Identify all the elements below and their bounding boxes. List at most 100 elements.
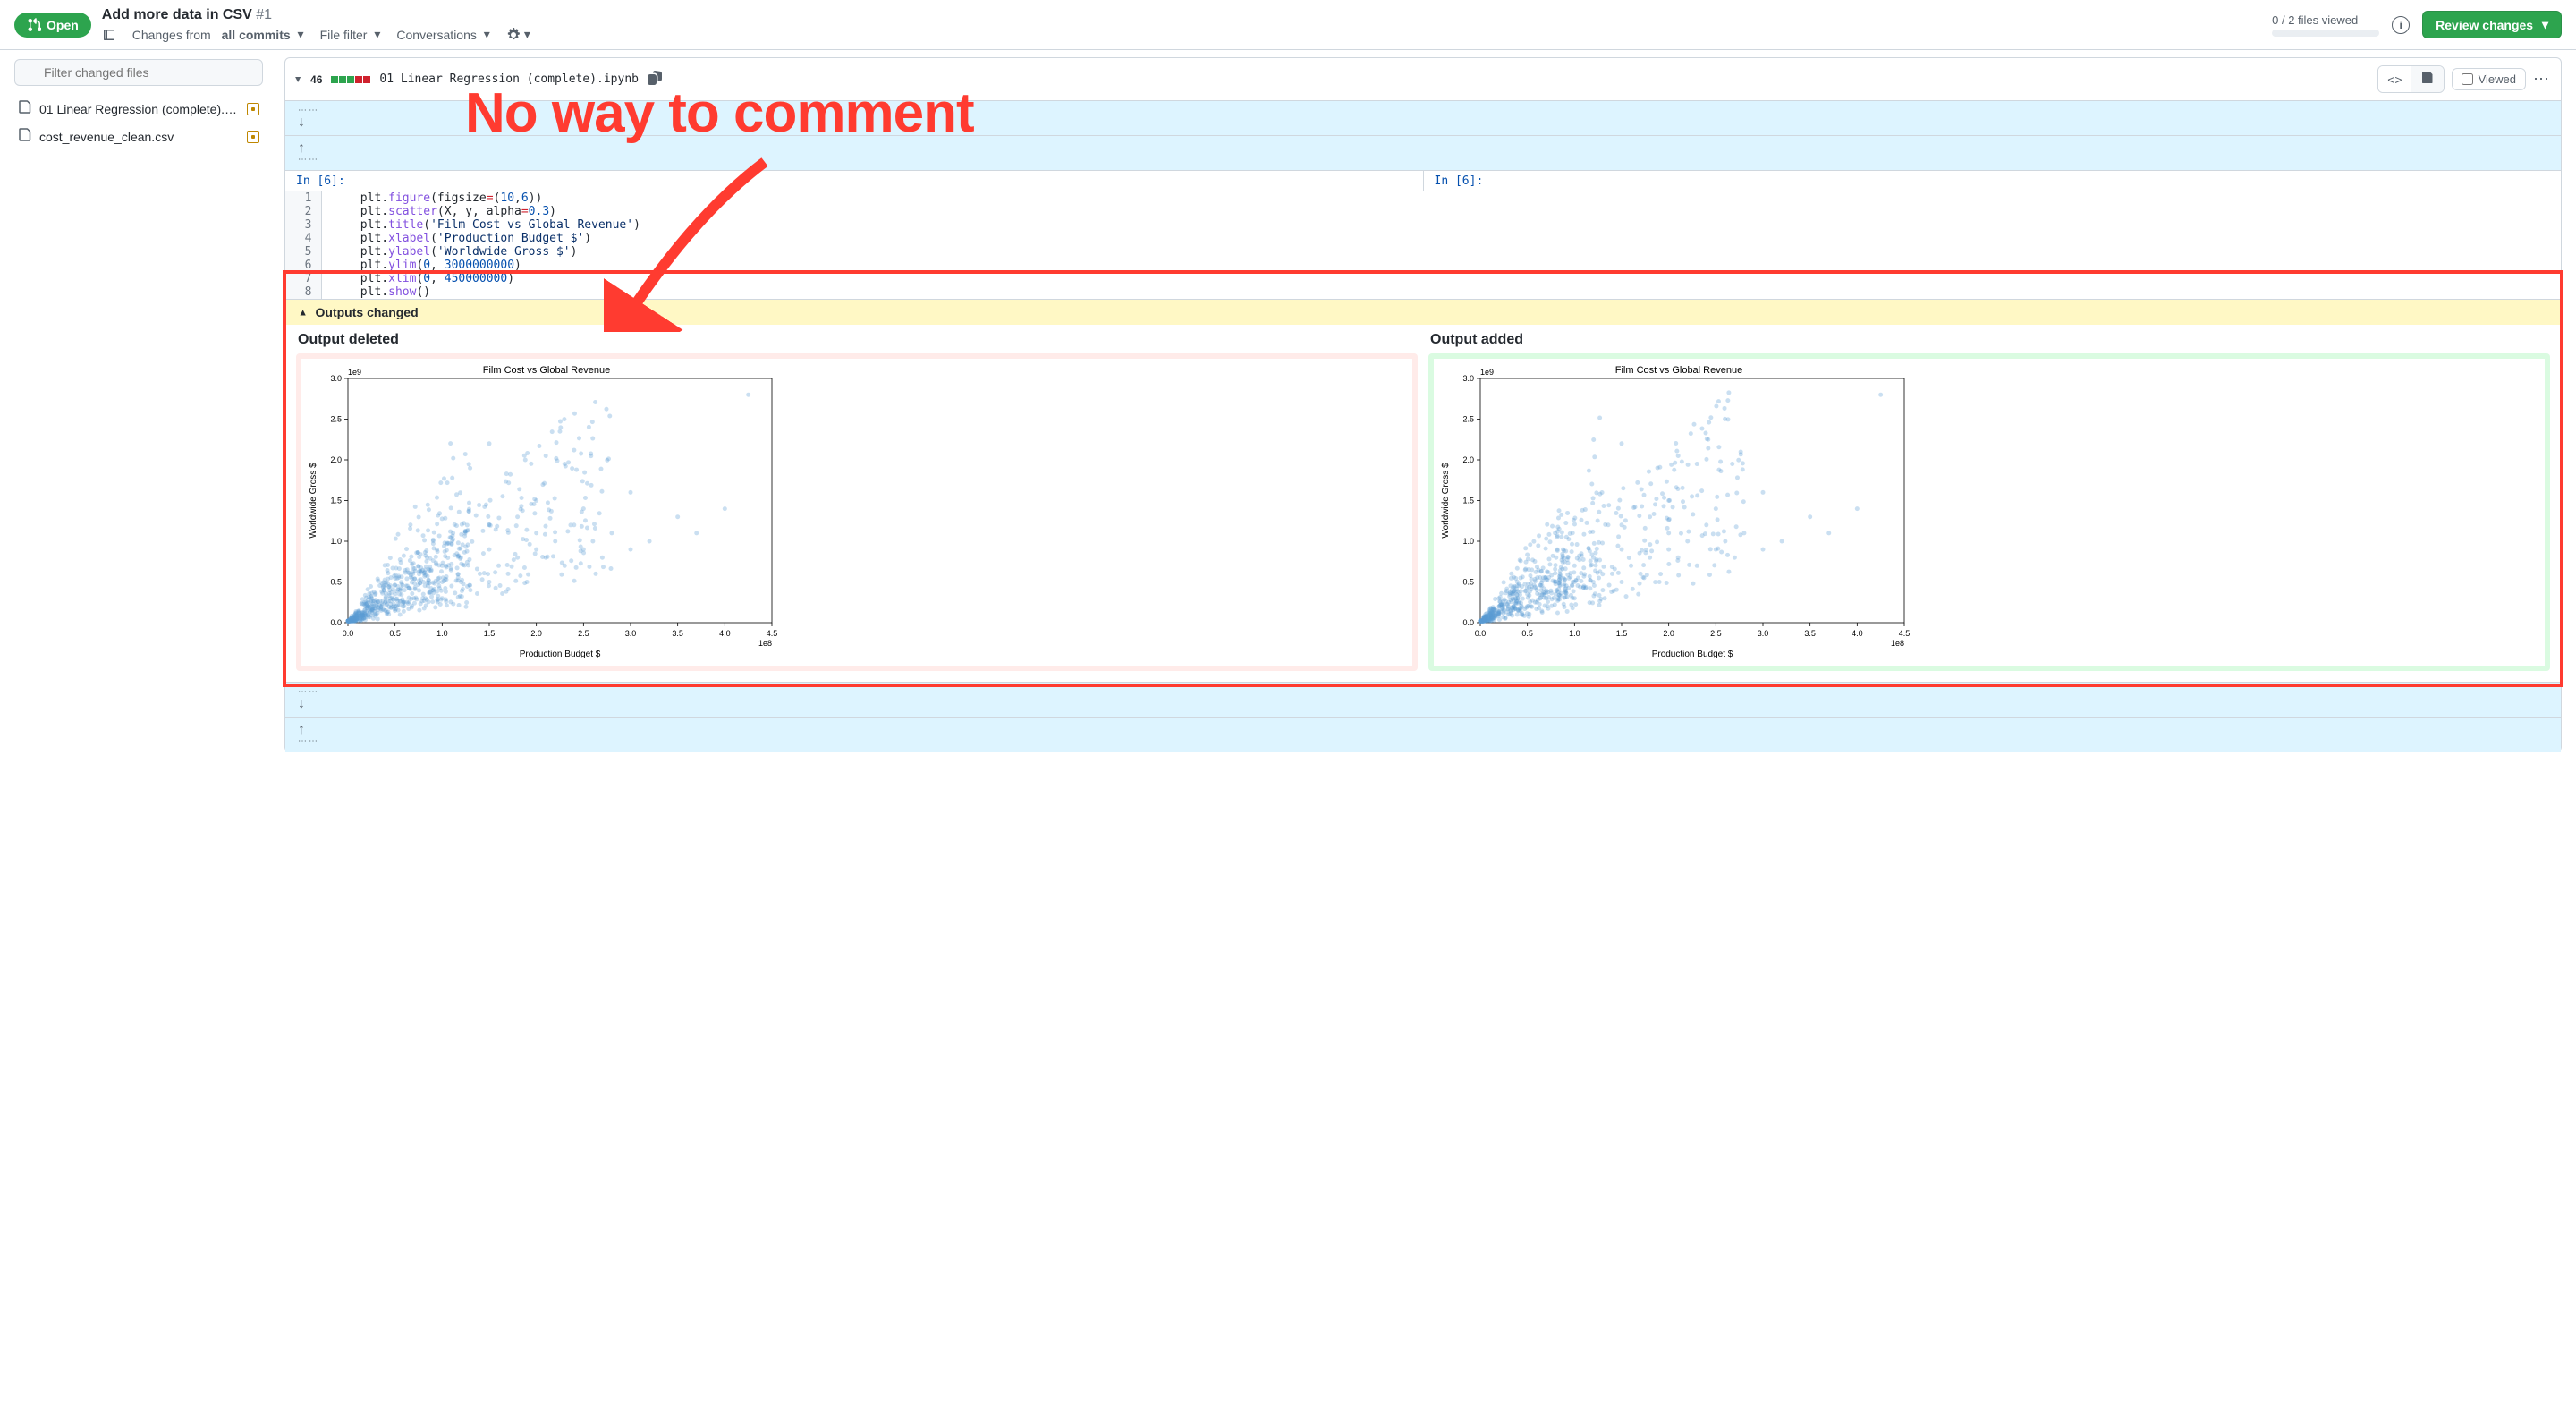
svg-text:2.0: 2.0 [1663,629,1674,638]
svg-text:1e8: 1e8 [1891,639,1904,648]
svg-text:2.5: 2.5 [330,415,342,424]
file-name-text: 01 Linear Regression (complete).i… [39,102,240,116]
svg-text:4.5: 4.5 [767,629,778,638]
svg-text:Production Budget $: Production Budget $ [520,650,601,659]
file-menu-icon[interactable]: ⋯ [2533,70,2550,89]
pr-title: Add more data in CSV #1 [102,7,2261,23]
svg-text:1.0: 1.0 [1569,629,1580,638]
svg-text:4.0: 4.0 [1852,629,1863,638]
expand-up-row-2[interactable]: ⋯⋯ ↓ [285,682,2561,717]
svg-text:0.0: 0.0 [1475,629,1487,638]
output-deleted-label: Output deleted [296,332,1418,348]
expand-down-row[interactable]: ↑ ⋯⋯ [285,135,2561,170]
copy-path-icon[interactable] [648,71,662,88]
changes-from-dropdown[interactable]: Changes from all commits ▾ [132,27,304,42]
output-added-label: Output added [1428,332,2550,348]
pr-number: #1 [256,7,272,22]
svg-text:3.5: 3.5 [672,629,683,638]
code-line: plt.figure(figsize=(10,6)) [321,191,2561,205]
file-path[interactable]: 01 Linear Regression (complete).ipynb [379,72,639,86]
svg-text:1.5: 1.5 [484,629,496,638]
modified-icon [247,131,259,143]
outputs-changed-header[interactable]: ▸ Outputs changed [285,299,2561,325]
line-number[interactable]: 3 [285,218,321,232]
svg-text:1e9: 1e9 [1480,368,1494,377]
file-header: ▸ 46 01 Linear Regression (complete).ipy… [284,57,2562,101]
review-changes-button[interactable]: Review changes ▾ [2422,11,2562,38]
code-line: plt.show() [321,285,2561,299]
svg-text:3.0: 3.0 [330,374,342,383]
file-filter-dropdown[interactable]: File filter ▾ [320,27,381,42]
pr-status-text: Open [47,18,79,32]
svg-text:2.0: 2.0 [530,629,542,638]
chart-added: Film Cost vs Global Revenue 1e9 0.0 0.5 1.0 1… [1428,353,2550,671]
svg-text:4.0: 4.0 [719,629,731,638]
svg-text:1e8: 1e8 [758,639,772,648]
line-number[interactable]: 2 [285,205,321,218]
svg-text:0.5: 0.5 [389,629,401,638]
expand-up-row[interactable]: ⋯⋯ ↓ [285,101,2561,135]
cell-input-label-left: In [6]: [285,170,1424,191]
viewed-checkbox-input[interactable] [2462,73,2473,85]
svg-text:Film Cost vs Global Revenue: Film Cost vs Global Revenue [483,365,610,376]
code-line: plt.ylim(0, 3000000000) [321,259,2561,272]
svg-text:1.0: 1.0 [436,629,448,638]
file-tree-item[interactable]: cost_revenue_clean.csv [14,123,263,150]
file-name-text: cost_revenue_clean.csv [39,130,240,144]
line-number[interactable]: 4 [285,232,321,245]
git-pull-request-icon [27,18,41,32]
svg-text:Film Cost vs Global Revenue: Film Cost vs Global Revenue [1615,365,1742,376]
code-line: plt.scatter(X, y, alpha=0.3) [321,205,2561,218]
svg-text:1e9: 1e9 [348,368,361,377]
code-diff-table: 1 plt.figure(figsize=(10,6))2 plt.scatte… [285,191,2561,299]
line-number[interactable]: 7 [285,272,321,285]
svg-text:1.0: 1.0 [330,537,342,546]
pr-status-badge: Open [14,13,91,38]
svg-text:0.5: 0.5 [330,578,342,587]
line-number[interactable]: 8 [285,285,321,299]
svg-text:Production Budget $: Production Budget $ [1652,650,1733,659]
code-line: plt.xlim(0, 450000000) [321,272,2561,285]
code-line: plt.title('Film Cost vs Global Revenue') [321,218,2561,232]
chart-deleted: Film Cost vs Global Revenue 1e9 0.0 0.5 1.0 1… [296,353,1418,671]
svg-text:0.0: 0.0 [1462,618,1474,627]
svg-text:2.5: 2.5 [578,629,589,638]
sidebar-toggle-icon[interactable] [102,28,116,42]
svg-text:0.0: 0.0 [343,629,354,638]
svg-text:1.0: 1.0 [1462,537,1474,546]
files-viewed-progress [2272,30,2379,37]
svg-text:4.5: 4.5 [1899,629,1911,638]
rendered-view-button[interactable] [2411,66,2444,92]
cell-input-label-right: In [6]: [1424,170,2562,191]
diff-line-count: 46 [310,73,322,86]
svg-text:1.5: 1.5 [330,497,342,505]
line-number[interactable]: 5 [285,245,321,259]
svg-text:Worldwide Gross $: Worldwide Gross $ [309,463,318,539]
svg-text:1.5: 1.5 [1462,497,1474,505]
svg-text:3.0: 3.0 [625,629,637,638]
file-icon [18,100,32,117]
source-view-button[interactable]: <> [2378,66,2411,92]
code-line: plt.xlabel('Production Budget $') [321,232,2561,245]
svg-text:0.5: 0.5 [1521,629,1533,638]
files-viewed-status: 0 / 2 files viewed [2272,13,2379,37]
line-number[interactable]: 1 [285,191,321,205]
code-line: plt.ylabel('Worldwide Gross $') [321,245,2561,259]
line-number[interactable]: 6 [285,259,321,272]
render-mode-toggle[interactable]: <> [2377,65,2444,93]
file-icon [18,128,32,145]
diff-stat-bars [331,76,370,83]
svg-text:2.0: 2.0 [330,455,342,464]
expand-down-row-2[interactable]: ↑ ⋯⋯ [285,717,2561,752]
filter-files-input[interactable] [14,59,263,86]
collapse-file-icon[interactable]: ▸ [292,76,305,81]
svg-text:2.5: 2.5 [1710,629,1722,638]
diff-settings-icon[interactable]: ▾ [506,27,530,42]
svg-text:2.5: 2.5 [1462,415,1474,424]
file-tree-item[interactable]: 01 Linear Regression (complete).i… [14,95,263,123]
info-icon[interactable]: i [2392,16,2410,34]
svg-text:3.0: 3.0 [1462,374,1474,383]
conversations-dropdown[interactable]: Conversations ▾ [396,27,489,42]
viewed-checkbox[interactable]: Viewed [2452,68,2526,90]
svg-text:3.0: 3.0 [1758,629,1769,638]
